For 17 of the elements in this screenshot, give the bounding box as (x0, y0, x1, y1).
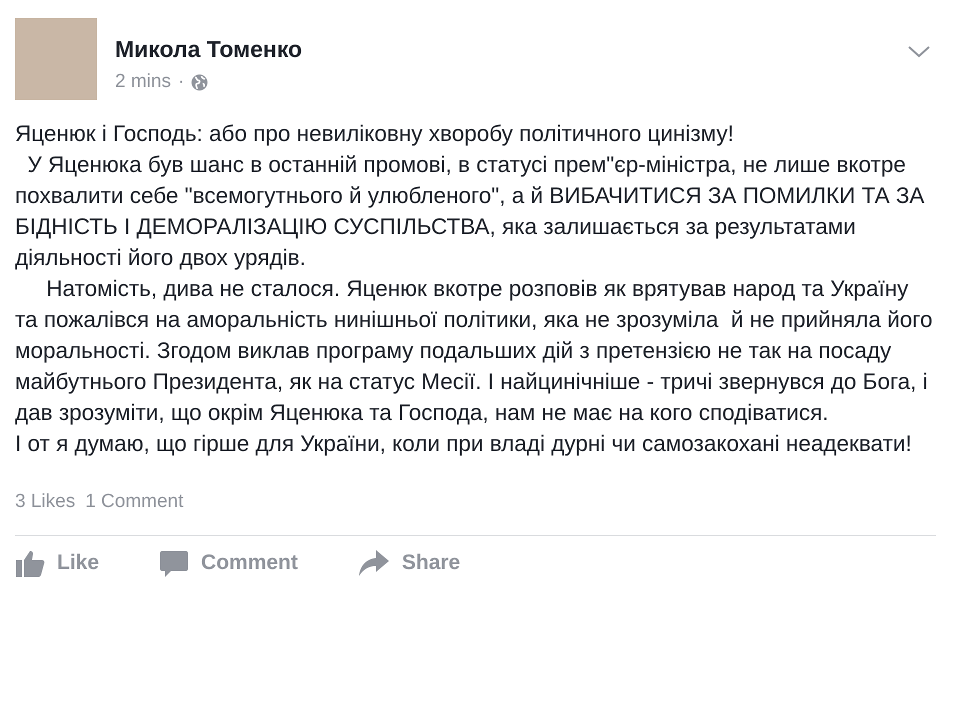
likes-count[interactable]: 3 Likes (15, 491, 76, 513)
comment-button[interactable]: Comment (159, 548, 298, 578)
chevron-down-icon[interactable] (908, 46, 930, 58)
share-button[interactable]: Share (358, 548, 460, 578)
comments-count[interactable]: 1 Comment (85, 491, 184, 513)
post-paragraph: І от я думаю, що гірше для України, коли при владі дурні чи самозакохані неадеквати! (15, 430, 913, 458)
post-paragraph: У Яценюка був шанс в останній промові, в статусі прем"єр-міністра, не лише вкотре похвалити себе "всемогутнього й улюбленого", а й ВИБАЧИТИСЯ ЗА ПОМИЛКИ ТА ЗА БІДНІСТЬ І ДЕМОРАЛІЗАЦІЮ СУСПІЛЬСТВА, яка залишається за результатами діяльності його двох урядів. (15, 151, 926, 272)
like-button[interactable]: Like (15, 548, 100, 578)
post-paragraph: Яценюк і Господь: або про невиліковну хворобу політичного цинізму! (15, 120, 735, 148)
share-arrow-icon (358, 549, 390, 577)
globe-icon (191, 74, 208, 90)
post-paragraph: Натомість, дива не сталося. Яценюк вкотре розповів як врятував народ та Україну та пожалівся на аморальність нинішньої політики, яка не зрозуміла й не прийняла його моральності. Згодом виклав програму подальших дій з претензією не так на посаду майбутнього Президента, як на статус Месії. І найцинічніше - тричі звернувся до Бога, і дав зрозуміти, що окрім Яценюка та Господа, нам не має на кого сподіватися. (15, 275, 934, 427)
post-time[interactable]: 2 mins (115, 71, 171, 93)
thumbs-up-icon (15, 548, 45, 578)
speech-bubble-icon (159, 548, 190, 578)
author-name[interactable]: Микола Томенко (115, 36, 890, 63)
separator-dot: · (178, 71, 184, 93)
